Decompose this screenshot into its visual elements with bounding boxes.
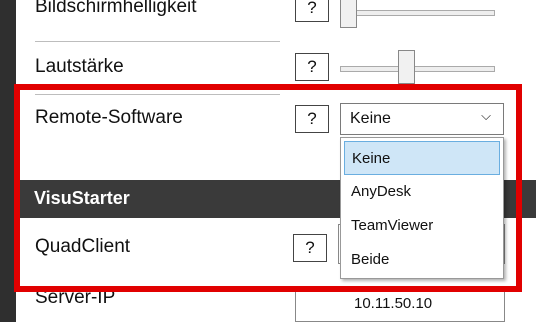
dropdown-option-teamviewer[interactable]: TeamViewer [344, 209, 500, 243]
volume-slider-thumb[interactable] [398, 50, 415, 84]
divider [35, 41, 280, 42]
server-ip-value: 10.11.50.10 [354, 295, 433, 312]
brightness-help-button[interactable]: ? [295, 0, 329, 22]
volume-label: Lautstärke [35, 56, 124, 77]
volume-slider[interactable] [340, 66, 495, 72]
brightness-slider[interactable] [340, 10, 495, 16]
brightness-label: Bildschirmhelligkeit [35, 0, 197, 17]
dropdown-option-keine[interactable]: Keine [344, 141, 500, 175]
dropdown-option-beide[interactable]: Beide [344, 243, 500, 277]
dropdown-option-anydesk[interactable]: AnyDesk [344, 175, 500, 209]
volume-help-button[interactable]: ? [295, 53, 329, 81]
brightness-slider-thumb[interactable] [340, 0, 357, 28]
remote-software-dropdown: Keine AnyDesk TeamViewer Beide [340, 137, 504, 279]
